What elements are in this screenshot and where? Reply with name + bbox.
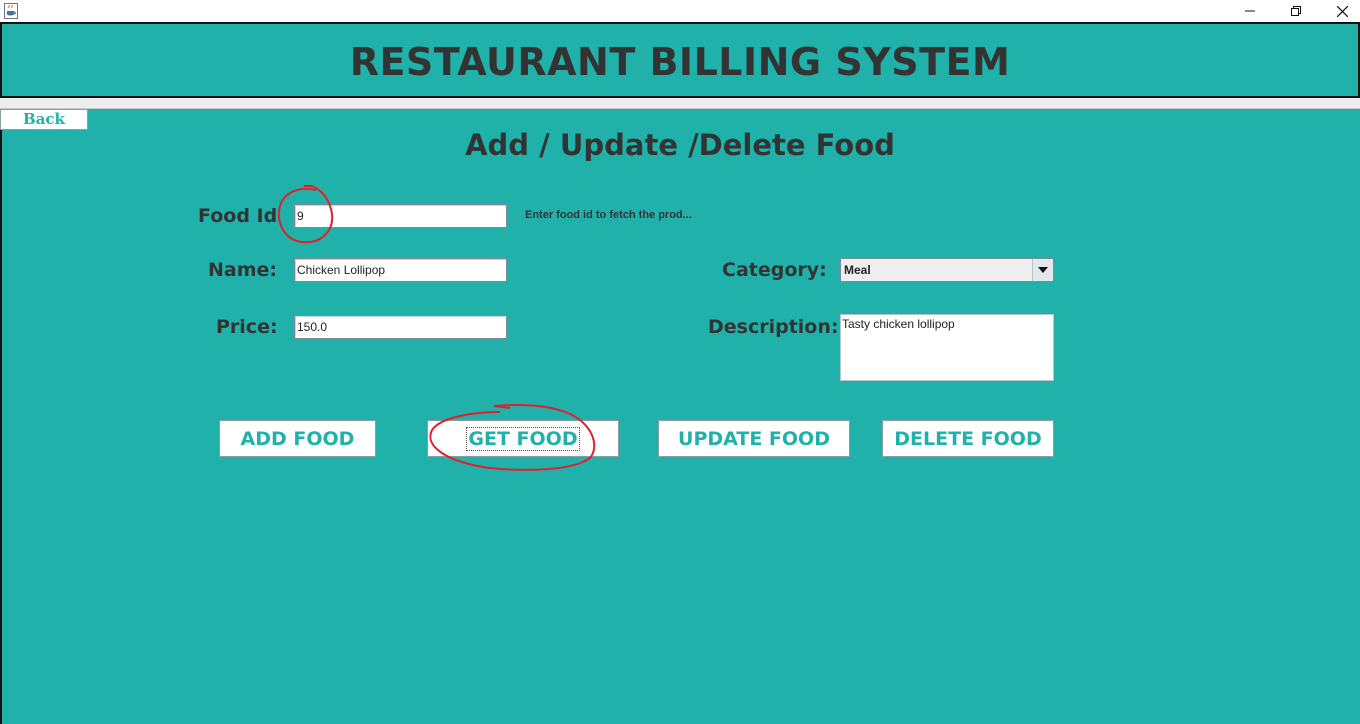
name-input[interactable]: Chicken Lollipop: [294, 258, 507, 282]
update-food-label: UPDATE FOOD: [678, 427, 830, 450]
food-id-label: Food Id: [198, 205, 278, 227]
delete-food-label: DELETE FOOD: [894, 427, 1042, 450]
food-id-input[interactable]: 9: [294, 204, 507, 228]
description-label: Description:: [708, 316, 839, 338]
close-icon: [1336, 5, 1348, 17]
category-selected-value: Meal: [844, 263, 871, 277]
category-select[interactable]: Meal: [840, 258, 1054, 282]
restore-button[interactable]: [1273, 0, 1319, 22]
food-id-hint: Enter food id to fetch the prod...: [525, 209, 692, 221]
get-food-label: GET FOOD: [466, 426, 580, 451]
description-textarea[interactable]: Tasty chicken lollipop: [840, 314, 1054, 381]
price-label: Price:: [216, 316, 278, 338]
add-food-button[interactable]: ADD FOOD: [219, 420, 376, 457]
delete-food-button[interactable]: DELETE FOOD: [882, 420, 1054, 457]
main-panel: [0, 109, 1360, 724]
minimize-icon: [1245, 10, 1255, 12]
java-cup-icon: [4, 3, 18, 19]
get-food-button[interactable]: GET FOOD: [427, 420, 619, 457]
update-food-button[interactable]: UPDATE FOOD: [658, 420, 850, 457]
page-title: Add / Update /Delete Food: [465, 128, 895, 162]
price-input[interactable]: 150.0: [294, 315, 507, 339]
dropdown-arrow-icon[interactable]: [1032, 259, 1053, 281]
app-title: RESTAURANT BILLING SYSTEM: [349, 40, 1011, 84]
category-label: Category:: [722, 259, 827, 281]
close-button[interactable]: [1319, 0, 1360, 22]
restore-icon: [1291, 6, 1301, 16]
name-label: Name:: [208, 259, 278, 281]
header-panel: RESTAURANT BILLING SYSTEM: [0, 22, 1360, 98]
separator-strip: [0, 98, 1360, 109]
back-button[interactable]: Back: [0, 109, 88, 130]
add-food-label: ADD FOOD: [240, 427, 355, 450]
minimize-button[interactable]: [1227, 0, 1273, 22]
window-titlebar: [0, 0, 1360, 22]
